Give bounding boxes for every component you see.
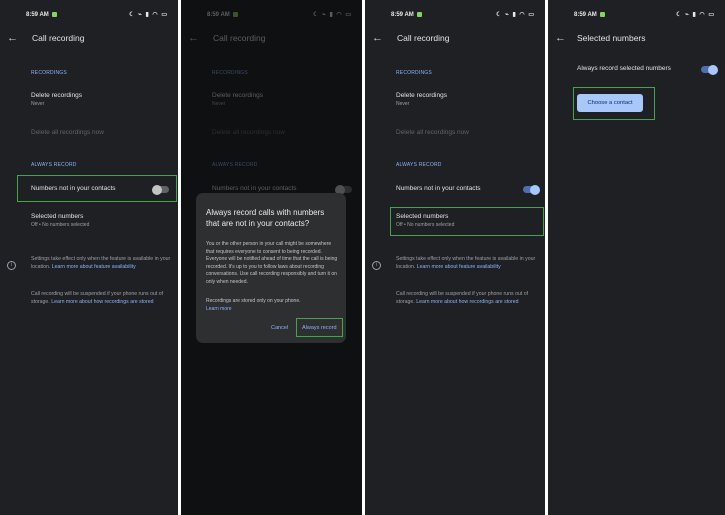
system-icons: ☾ ⌁ ▮ ◠ ▭ [313,12,352,18]
status-bar: 8:59 AM ☾ ⌁ ▮ ◠ ▭ [391,11,535,21]
always-record-selected-label: Always record selected numbers [577,65,671,72]
status-time: 8:59 AM [26,12,49,19]
numbers-not-in-contacts-toggle[interactable] [523,184,540,195]
section-recordings: RECORDINGS [396,70,432,76]
always-record-selected-toggle[interactable] [701,64,718,75]
delete-recordings-item[interactable]: Delete recordings [396,92,447,99]
app-bar: ← Call recording [181,32,362,46]
battery-saver-icon [416,12,422,17]
section-always-record: ALWAYS RECORD [212,162,258,168]
selected-numbers-item[interactable]: Selected numbers [31,213,83,220]
availability-note: Settings take effect only when the featu… [396,256,536,270]
delete-recordings-value: Never [396,101,410,107]
section-always-record: ALWAYS RECORD [396,162,442,168]
delete-recordings-value: Never [31,101,45,107]
app-bar: ← Selected numbers [548,32,725,46]
storage-note: Call recording will be suspended if your… [31,291,164,305]
screen-selected-numbers: 8:59 AM ☾ ⌁ ▮ ◠ ▭ ← Selected numbers Alw… [548,0,725,515]
delete-all-recordings-item: Delete all recordings now [31,129,104,136]
section-recordings: RECORDINGS [212,70,248,76]
status-bar: 8:59 AM ☾ ⌁ ▮ ◠ ▭ [207,11,352,21]
toggle-knob [530,184,540,195]
page-title: Call recording [32,33,85,43]
numbers-not-in-contacts-toggle [335,184,352,195]
delete-all-recordings-item: Delete all recordings now [396,129,469,136]
feature-availability-link[interactable]: Learn more about feature availability [417,264,501,270]
app-bar: ← Call recording [365,32,545,46]
delete-recordings-item: Delete recordings [212,92,263,99]
availability-note: Settings take effect only when the featu… [31,256,171,270]
screen-call-recording-on: 8:59 AM ☾ ⌁ ▮ ◠ ▭ ← Call recording RECOR… [365,0,545,515]
dialog-storage-note: Recordings are stored only on your phone… [206,298,338,313]
page-title: Call recording [213,33,266,43]
status-bar: 8:59 AM ☾ ⌁ ▮ ◠ ▭ [26,11,168,21]
selected-numbers-value: Off • No numbers selected [31,222,90,228]
system-icons: ☾ ⌁ ▮ ◠ ▭ [676,12,715,18]
highlight-box [17,175,177,202]
status-time: 8:59 AM [207,12,230,19]
status-time: 8:59 AM [574,12,597,19]
delete-recordings-value: Never [212,101,226,107]
back-arrow-icon[interactable]: ← [7,32,18,44]
toggle-knob [708,64,718,75]
page-title: Call recording [397,33,450,43]
info-icon: i [7,261,16,270]
battery-saver-icon [599,12,605,17]
section-always-record: ALWAYS RECORD [31,162,77,168]
dialog-learn-more-link[interactable]: Learn more [206,306,338,314]
highlight-box [573,87,655,120]
back-arrow-icon[interactable]: ← [372,32,383,44]
recordings-storage-link[interactable]: Learn more about how recordings are stor… [51,299,153,305]
app-bar: ← Call recording [0,32,178,46]
status-time: 8:59 AM [391,12,414,19]
info-icon: i [372,261,381,270]
back-arrow-icon[interactable]: ← [555,32,566,44]
section-recordings: RECORDINGS [31,70,67,76]
cancel-button[interactable]: Cancel [271,325,288,331]
battery-saver-icon [232,12,238,17]
numbers-not-in-contacts-label: Numbers not in your contacts [212,185,297,192]
storage-note: Call recording will be suspended if your… [396,291,529,305]
delete-recordings-item[interactable]: Delete recordings [31,92,82,99]
page-title: Selected numbers [577,33,646,43]
system-icons: ☾ ⌁ ▮ ◠ ▭ [129,12,168,18]
highlight-box [390,207,544,236]
confirm-dialog: Always record calls with numbers that ar… [196,193,346,343]
recordings-storage-link[interactable]: Learn more about how recordings are stor… [416,299,518,305]
dialog-title: Always record calls with numbers that ar… [206,208,325,228]
highlight-box [296,318,343,337]
numbers-not-in-contacts-label: Numbers not in your contacts [396,185,481,192]
battery-saver-icon [51,12,57,17]
screen-call-recording-dialog: 8:59 AM ☾ ⌁ ▮ ◠ ▭ ← Call recording RECOR… [181,0,362,515]
screen-call-recording-off: 8:59 AM ☾ ⌁ ▮ ◠ ▭ ← Call recording RECOR… [0,0,178,515]
feature-availability-link[interactable]: Learn more about feature availability [52,264,136,270]
system-icons: ☾ ⌁ ▮ ◠ ▭ [496,12,535,18]
status-bar: 8:59 AM ☾ ⌁ ▮ ◠ ▭ [574,11,715,21]
back-arrow-icon: ← [188,32,199,44]
delete-all-recordings-item: Delete all recordings now [212,129,285,136]
dialog-body: You or the other person in your call mig… [206,241,338,285]
